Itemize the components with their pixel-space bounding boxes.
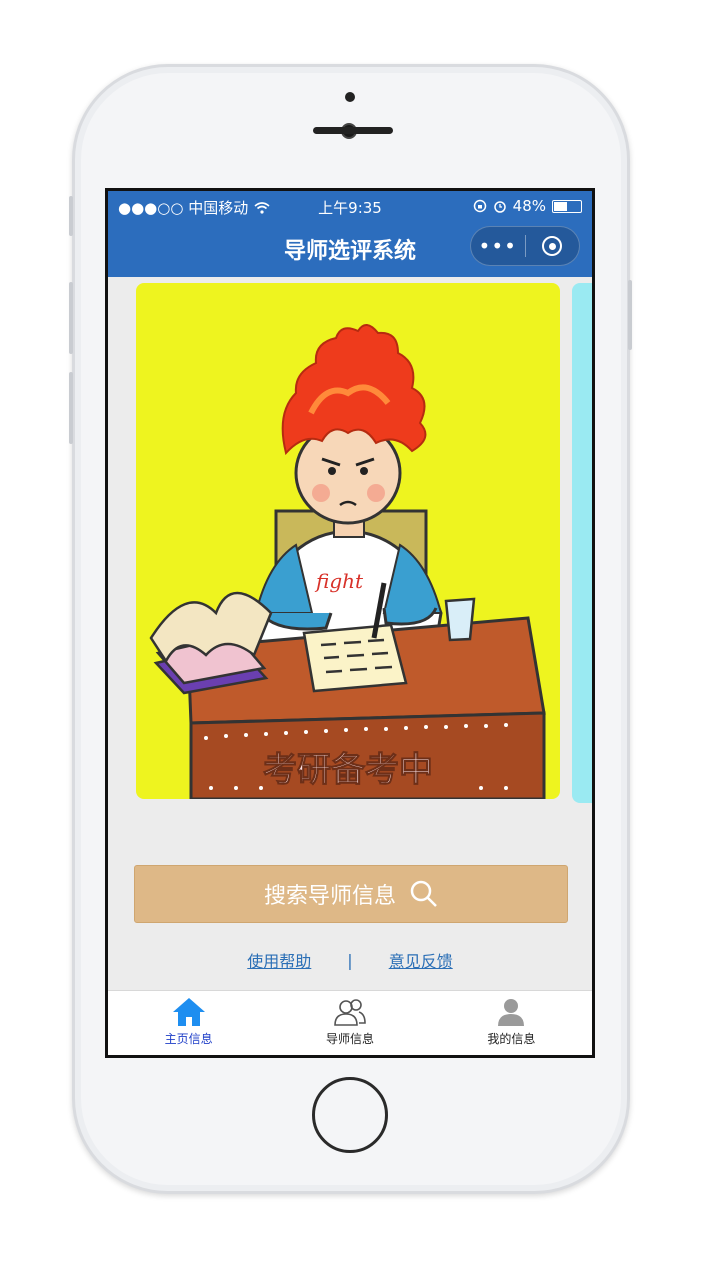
rotation-lock-icon (473, 199, 486, 213)
battery-icon (552, 199, 582, 213)
tab-tutors-label: 导师信息 (325, 1032, 374, 1046)
shirt-text: fight (314, 569, 364, 593)
search-tutor-button[interactable]: 搜索导师信息 (134, 865, 568, 923)
help-links: 使用帮助 | 意见反馈 (108, 947, 592, 973)
tab-home-label: 主页信息 (164, 1032, 213, 1046)
volume-down-button (69, 372, 73, 444)
banner-illustration: fight 考研备考中 (149, 324, 546, 799)
search-button-label: 搜索导师信息 (263, 884, 396, 909)
proximity-sensor (345, 92, 355, 102)
status-bar: ●●●○○ 中国移动 上午9:35 48% (108, 191, 592, 219)
alarm-icon (493, 201, 506, 213)
app-screen: ●●●○○ 中国移动 上午9:35 48% 导师选评系统 ••• fight 考… (105, 188, 595, 1058)
feedback-link[interactable]: 意见反馈 (389, 948, 453, 972)
tab-bar: 主页信息 导师信息 我的信息 (108, 990, 592, 1055)
banner-slide[interactable]: fight 考研备考中 (136, 283, 560, 799)
home-button[interactable] (312, 1077, 388, 1153)
banner-next-slide[interactable] (572, 283, 592, 803)
tab-profile-label: 我的信息 (487, 1032, 536, 1046)
help-link[interactable]: 使用帮助 (247, 948, 311, 972)
battery-percent: 48% (512, 197, 546, 215)
power-button (628, 280, 632, 350)
navigation-bar: ●●●○○ 中国移动 上午9:35 48% 导师选评系统 ••• (108, 191, 592, 277)
tab-profile[interactable]: 我的信息 (431, 991, 592, 1055)
tab-tutors[interactable]: 导师信息 (269, 991, 430, 1055)
more-icon[interactable]: ••• (471, 227, 525, 265)
links-separator: | (347, 950, 353, 970)
user-icon (498, 999, 525, 1026)
home-icon (172, 998, 205, 1026)
group-icon (334, 999, 366, 1026)
volume-up-button (69, 282, 73, 354)
target-icon (542, 236, 563, 256)
mini-program-capsule: ••• (470, 226, 580, 266)
earpiece-speaker (313, 127, 393, 134)
banner-caption: 考研备考中 (263, 750, 433, 790)
mute-switch (69, 196, 73, 236)
tab-home[interactable]: 主页信息 (108, 991, 269, 1055)
search-icon (410, 880, 437, 907)
close-capsule-button[interactable] (525, 236, 579, 256)
